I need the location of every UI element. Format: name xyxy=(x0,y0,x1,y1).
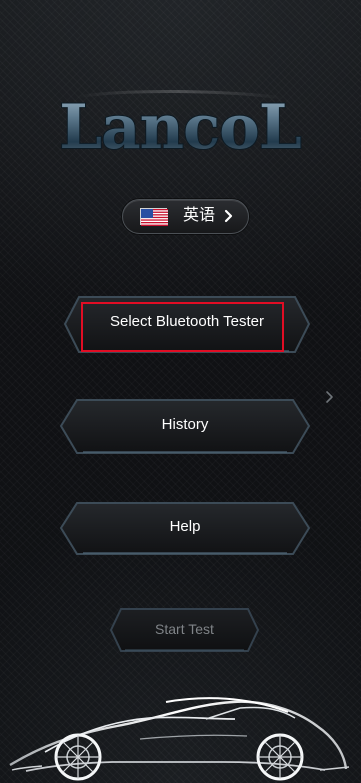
brand-logo-text: LancoL xyxy=(59,92,301,163)
start-test-label: Start Test xyxy=(155,621,214,637)
chevron-right-icon xyxy=(222,208,236,224)
help-label: Help xyxy=(169,518,201,535)
help-button[interactable]: Help xyxy=(57,499,313,558)
start-test-button[interactable]: Start Test xyxy=(107,605,262,655)
us-flag-icon xyxy=(140,208,168,226)
side-chevron-right-icon xyxy=(325,390,335,404)
select-bluetooth-tester-button[interactable]: Select Bluetooth Tester xyxy=(61,293,313,356)
brand-logo-art: LancoL xyxy=(58,89,303,164)
us-flag-art xyxy=(141,209,168,226)
car-outline-icon xyxy=(0,673,361,783)
history-button[interactable]: History xyxy=(57,396,313,457)
language-label: 英语 xyxy=(183,207,216,224)
select-bluetooth-tester-label: Select Bluetooth Tester xyxy=(110,313,264,330)
history-label: History xyxy=(161,416,209,433)
brand-logo: LancoL xyxy=(54,84,306,168)
language-selector[interactable]: 英语 xyxy=(122,199,249,234)
main-screen: LancoL 英语 Select Bluetooth Tester Histor… xyxy=(0,0,361,783)
